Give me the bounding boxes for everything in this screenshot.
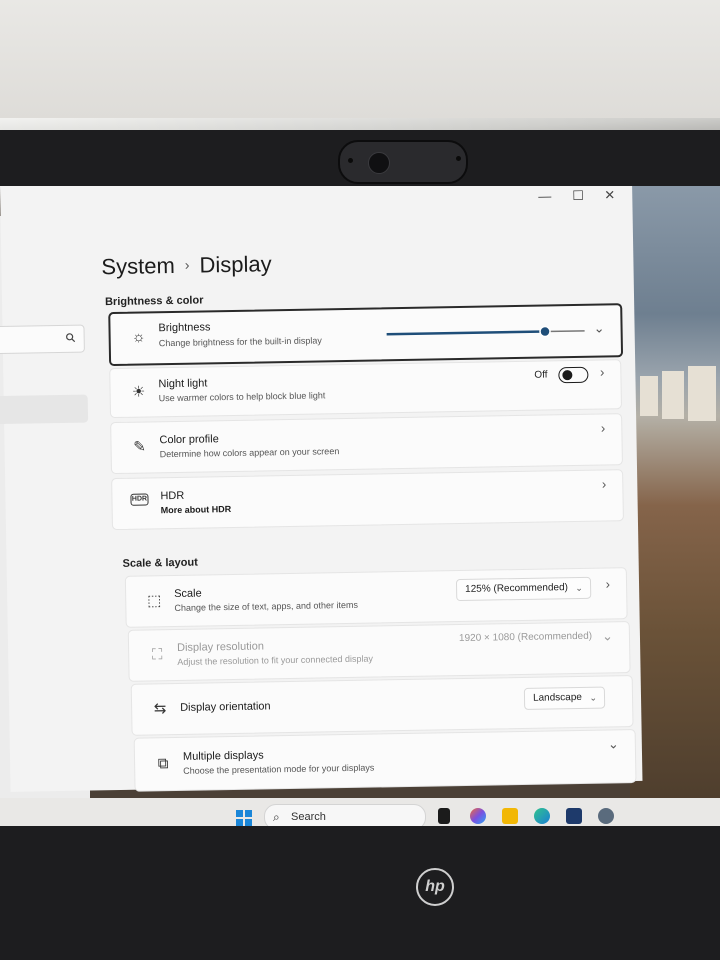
section-brightness-color: Brightness & color [104, 294, 204, 309]
breadcrumb-separator: › [184, 256, 190, 273]
night-light-state: Off [534, 369, 548, 381]
hp-logo: hp [416, 868, 454, 906]
brightness-slider-fill [386, 330, 546, 336]
chevron-right-icon[interactable]: › [606, 576, 611, 591]
color-profile-subtitle: Determine how colors appear on your scre… [159, 446, 340, 460]
scale-card[interactable]: ⬚ Scale Change the size of text, apps, a… [124, 567, 628, 628]
brightness-card[interactable]: ☼ Brightness Change brightness for the b… [108, 303, 624, 367]
display-resolution-card[interactable]: ⛶ Display resolution Adjust the resoluti… [127, 621, 631, 682]
display-orientation-card[interactable]: ⇆ Display orientation Landscape ⌄ [130, 675, 634, 736]
chevron-down-icon[interactable]: ⌄ [594, 320, 605, 336]
windows-start-icon[interactable] [236, 810, 252, 826]
edge-icon[interactable] [534, 808, 550, 824]
breadcrumb-display: Display [199, 251, 272, 278]
search-icon [66, 333, 76, 343]
screen: — ☐ ✕ System › Display Brightness & color … [0, 186, 720, 826]
sun-icon: ☼ [131, 328, 146, 346]
night-light-title: Night light [158, 377, 208, 391]
night-light-toggle[interactable] [558, 366, 589, 384]
multiple-displays-title: Multiple displays [182, 749, 264, 763]
resolution-value[interactable]: 1920 × 1080 (Recommended) [459, 631, 592, 644]
resolution-title: Display resolution [176, 640, 265, 654]
maximize-button[interactable]: ☐ [572, 188, 584, 204]
orientation-icon: ⇆ [153, 700, 167, 718]
night-light-card[interactable]: ☀ Night light Use warmer colors to help … [109, 359, 622, 419]
hdr-more-link[interactable]: More about HDR [161, 504, 232, 515]
wallpaper-building [662, 371, 684, 419]
breadcrumb: System › Display [101, 251, 272, 280]
brightness-slider[interactable] [383, 324, 589, 342]
sun-dim-icon: ☀ [131, 383, 146, 401]
orientation-dropdown[interactable]: Landscape ⌄ [523, 686, 606, 710]
copilot-icon[interactable] [470, 808, 486, 824]
scale-title: Scale [174, 587, 202, 601]
taskbar-search-label: Search [291, 811, 326, 823]
orientation-value: Landscape [532, 691, 583, 704]
taskbar-search[interactable]: ⌕ Search [264, 804, 426, 826]
multiple-displays-card[interactable]: ⧉ Multiple displays Choose the presentat… [133, 728, 637, 792]
scale-subtitle: Change the size of text, apps, and other… [174, 599, 359, 614]
breadcrumb-system[interactable]: System [101, 253, 175, 279]
brightness-subtitle: Change brightness for the built-in displ… [158, 335, 322, 349]
pen-icon: ✎ [133, 438, 147, 456]
resolution-icon: ⛶ [151, 646, 163, 664]
chevron-down-icon[interactable]: ⌄ [602, 628, 613, 644]
settings-gear-icon[interactable] [598, 808, 614, 824]
orientation-title: Display orientation [180, 700, 271, 714]
night-light-subtitle: Use warmer colors to help block blue lig… [158, 390, 326, 404]
chevron-right-icon[interactable]: › [602, 476, 607, 491]
scale-value: 125% (Recommended) [465, 582, 569, 595]
brightness-slider-thumb[interactable] [539, 325, 551, 338]
taskbar: ⌕ Search [0, 798, 720, 826]
settings-window: — ☐ ✕ System › Display Brightness & color … [0, 186, 643, 792]
color-profile-title: Color profile [159, 433, 219, 447]
webcam-housing [338, 140, 468, 184]
chevron-right-icon[interactable]: › [600, 364, 605, 379]
multiple-displays-subtitle: Choose the presentation mode for your di… [183, 762, 375, 776]
toggle-knob [562, 370, 573, 381]
resolution-subtitle: Adjust the resolution to fit your connec… [177, 653, 374, 667]
brightness-title: Brightness [158, 321, 211, 335]
settings-search-input[interactable] [0, 324, 85, 355]
minimize-button[interactable]: — [538, 188, 551, 203]
chevron-down-icon: ⌄ [575, 582, 584, 594]
hdr-icon: HDR [130, 493, 149, 506]
color-profile-card[interactable]: ✎ Color profile Determine how colors app… [110, 413, 623, 475]
section-scale-layout: Scale & layout [122, 556, 198, 570]
hdr-title: HDR [160, 489, 185, 503]
brightness-slider-track [545, 330, 585, 333]
chevron-right-icon[interactable]: › [601, 420, 606, 435]
hdr-card[interactable]: HDR HDR More about HDR › [111, 469, 624, 531]
webcam-lens [368, 152, 390, 174]
scale-icon: ⬚ [147, 592, 162, 610]
file-explorer-icon[interactable] [502, 808, 518, 824]
chevron-down-icon[interactable]: ⌄ [608, 736, 619, 752]
task-view-icon[interactable] [438, 808, 450, 824]
store-icon[interactable] [566, 808, 582, 824]
webcam-indicator-dot [456, 156, 461, 161]
close-button[interactable]: ✕ [604, 187, 615, 203]
search-icon: ⌕ [273, 810, 280, 824]
nav-selected-item[interactable] [0, 394, 89, 425]
scale-dropdown[interactable]: 125% (Recommended) ⌄ [455, 576, 592, 602]
webcam-sensor-dot [348, 158, 353, 163]
wallpaper-building [640, 376, 658, 416]
chevron-down-icon: ⌄ [589, 692, 598, 703]
desktop-wallpaper [630, 186, 720, 826]
monitors-icon: ⧉ [157, 755, 169, 773]
wallpaper-building [688, 366, 716, 421]
